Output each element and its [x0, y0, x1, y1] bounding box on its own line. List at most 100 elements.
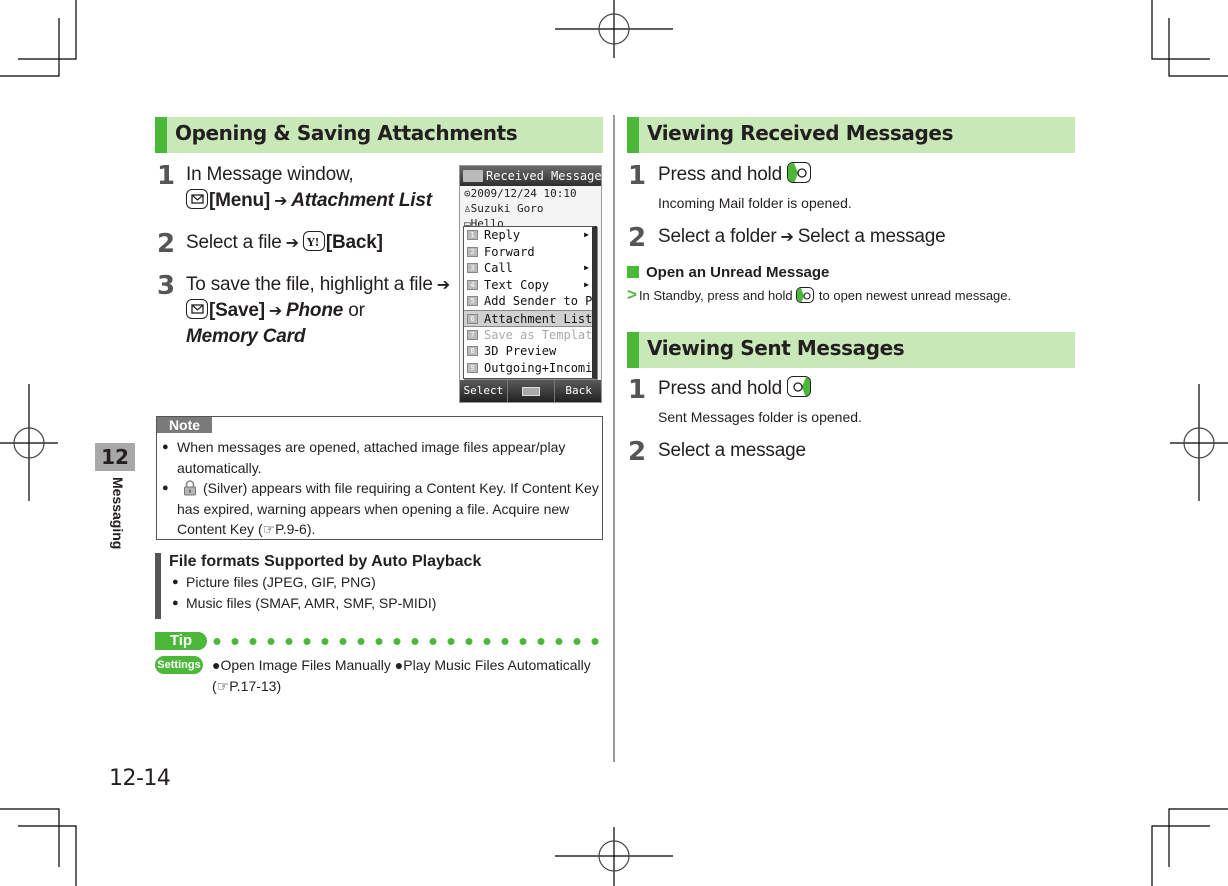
- phone-menu-item[interactable]: 1 Reply ▶: [464, 227, 592, 244]
- lock-silver-icon: [183, 480, 197, 496]
- file-format-item: ● Picture files (JPEG, GIF, PNG): [172, 574, 376, 590]
- submenu-arrow-icon: ▶: [584, 279, 589, 289]
- step-number: 2: [628, 223, 647, 253]
- menu-item-label: Attachment List: [484, 311, 592, 326]
- phone-menu-item[interactable]: 4 Text Copy ▶: [464, 277, 592, 294]
- phone-menu-item[interactable]: 5 Add Sender to Ph: [464, 293, 592, 310]
- chapter-number-tab: 12: [95, 443, 135, 471]
- phone-menu-item[interactable]: 3 Call ▶: [464, 260, 592, 277]
- phone-menu-item-selected[interactable]: 6 Attachment List: [464, 309, 592, 327]
- bullet-icon: ●: [162, 482, 169, 494]
- phone-menu-item[interactable]: 2 Forward: [464, 244, 592, 261]
- softkey-select[interactable]: Select: [460, 380, 508, 402]
- open-unread-title: Open an Unread Message: [646, 264, 830, 281]
- file-format-text: Picture files (JPEG, GIF, PNG): [186, 574, 376, 590]
- note-item: ● (Silver) appears with file requiring a …: [162, 478, 602, 540]
- reference-pointer-icon: ☞: [262, 521, 276, 537]
- tip-dot: [213, 638, 221, 645]
- open-unread-text: > In Standby, press and hold to open newe…: [627, 285, 1011, 305]
- green-square-icon: [627, 266, 639, 278]
- menu-item-label: Forward: [484, 244, 535, 259]
- menu-item-number: 6: [467, 313, 478, 324]
- menu-item-number: 9: [467, 362, 478, 373]
- phone-menu-item[interactable]: 9 Outgoing+Incomin: [464, 360, 592, 377]
- step-label: Select a folder: [658, 226, 777, 247]
- menu-item-label: Reply: [484, 228, 521, 242]
- menu-item-label: Call: [484, 261, 513, 276]
- page-number: 12-14: [109, 766, 171, 791]
- softkey-center[interactable]: [508, 380, 556, 402]
- menu-item-number: 2: [467, 246, 478, 257]
- tip-dot: [591, 638, 599, 645]
- note-tag: Note: [157, 417, 212, 433]
- registration-mark-bottom: [555, 827, 673, 886]
- tip-dot: [231, 638, 239, 645]
- menu-item-label: Text Copy: [484, 277, 550, 292]
- menu-item-number: 8: [467, 346, 478, 357]
- folder-mail-icon: [463, 170, 483, 182]
- settings-tag: Settings: [155, 656, 203, 674]
- step-label: Select a message: [797, 226, 946, 247]
- or-text: or: [348, 300, 365, 321]
- note-item: ● When messages are opened, attached imag…: [162, 437, 602, 478]
- tip-text: ●Open Image Files Manually ●Play Music F…: [212, 655, 591, 697]
- section-header-received: Viewing Received Messages: [627, 117, 1075, 153]
- tip-reference-link[interactable]: P.17-13: [229, 678, 276, 694]
- menu-item-number: 3: [467, 263, 478, 274]
- menu-item-number: 4: [467, 279, 478, 290]
- tip-dot: [447, 638, 455, 645]
- step-1-line-1: In Message window,: [186, 164, 354, 185]
- mail-icon: [522, 386, 540, 396]
- section-title: Viewing Received Messages: [647, 121, 954, 145]
- sent-step-1-sub: Sent Messages folder is opened.: [658, 409, 862, 425]
- step-number: 1: [628, 161, 647, 191]
- chevron-right-icon: >: [627, 285, 637, 304]
- tip-dot: [501, 638, 509, 645]
- bullet-icon: ●: [394, 657, 404, 673]
- tip-dot: [555, 638, 563, 645]
- chapter-label: Messaging: [110, 477, 126, 550]
- phone-submenu: 1 Reply ▶ 2 Forward 3 Call ▶ 4 Text Copy ▶ 5 Add…: [463, 226, 597, 379]
- section-header-attachments: Opening & Saving Attachments: [155, 117, 603, 153]
- save-key-label: [Save]: [209, 300, 265, 321]
- arrow-icon: ➔: [780, 229, 794, 246]
- bullet-icon: ●: [162, 441, 169, 453]
- step-2-label: Select a file: [186, 232, 282, 253]
- step-3-line-1: To save the file, highlight a file ➔: [186, 272, 454, 299]
- step-number: 1: [157, 161, 176, 191]
- bullet-icon: ●: [172, 597, 179, 609]
- reference-pointer-icon: ☞: [216, 678, 230, 694]
- note-reference-link[interactable]: P.9-6: [275, 521, 307, 537]
- note-box: Note ● When messages are opened, attached…: [156, 416, 603, 540]
- step-label: Press and hold: [658, 164, 782, 185]
- crop-mark-top-right: [1151, 0, 1228, 77]
- menu-item-number: 7: [467, 329, 478, 340]
- phone-date-value: 2009/12/24 10:10: [470, 187, 577, 200]
- tip-dot: [465, 638, 473, 645]
- tip-dot: [411, 638, 419, 645]
- unread-text-2: to open newest unread message.: [818, 288, 1012, 303]
- submenu-arrow-icon: ▶: [584, 263, 589, 273]
- tip-dot: [339, 638, 347, 645]
- tip-dot: [537, 638, 545, 645]
- menu-item-label: 3D Preview: [484, 344, 557, 359]
- file-formats-title: File formats Supported by Auto Playback: [169, 553, 482, 570]
- received-step-1-sub: Incoming Mail folder is opened.: [658, 195, 852, 211]
- mail-key-icon: [186, 299, 208, 319]
- registration-mark-top: [555, 0, 673, 58]
- phone-date: ⊙2009/12/24 10:10: [464, 187, 577, 200]
- tip-dot: [519, 638, 527, 645]
- phone-screenshot: Received Message ⊙2009/12/24 10:10 ♙Suzu…: [459, 165, 602, 403]
- phone-menu-item-disabled: 7 Save as Template: [464, 327, 592, 344]
- file-format-text: Music files (SMAF, AMR, SMF, SP-MIDI): [186, 595, 437, 611]
- tip-dot: [483, 638, 491, 645]
- step-number: 2: [157, 229, 176, 259]
- phone-menu-item[interactable]: 8 3D Preview: [464, 343, 592, 360]
- column-divider: [613, 115, 615, 762]
- section-header-sent: Viewing Sent Messages: [627, 332, 1075, 368]
- arrow-icon: ➔: [436, 277, 450, 294]
- menu-item-label: Add Sender to Ph: [484, 294, 592, 309]
- softkey-back[interactable]: Back: [555, 380, 601, 402]
- tip-dot: [357, 638, 365, 645]
- option-memory-card: Memory Card: [186, 326, 306, 347]
